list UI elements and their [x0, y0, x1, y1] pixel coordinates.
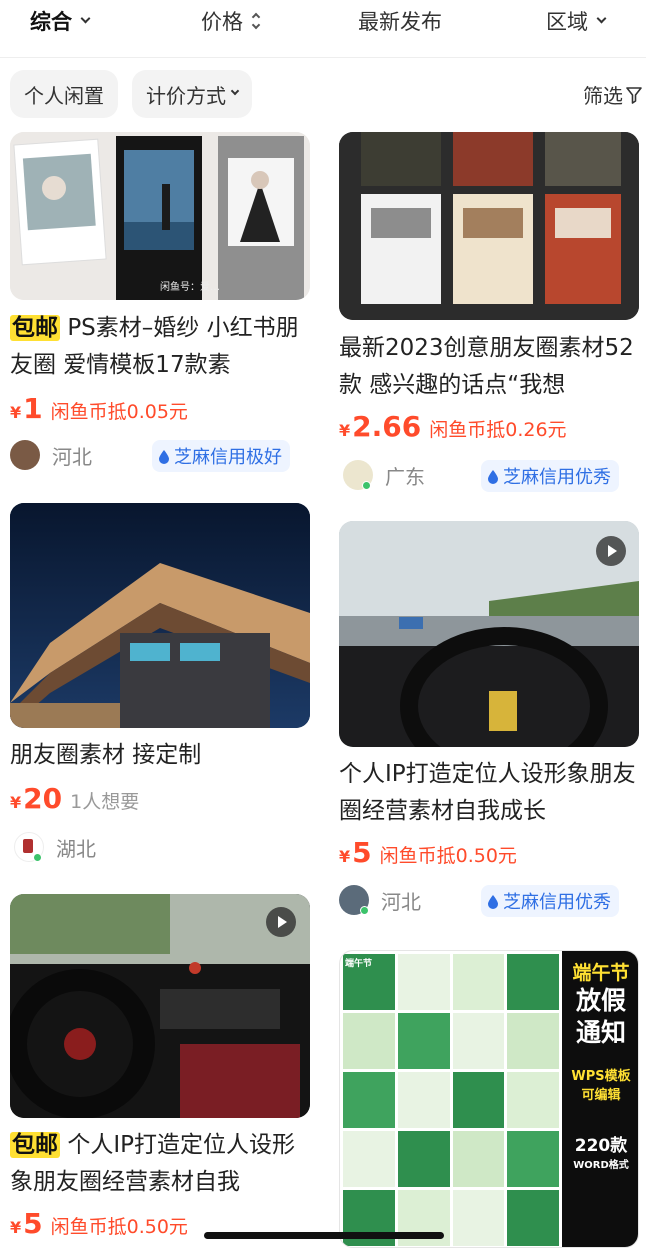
credit-label: 芝麻信用极好 [174, 447, 282, 468]
sort-label: 价格 [201, 10, 243, 34]
price: ¥ 5 闲鱼币抵0.50元 [339, 836, 517, 869]
poster-format: WORD格式 [573, 1160, 629, 1171]
avatar [10, 440, 40, 470]
currency-symbol: ¥ [10, 1218, 22, 1237]
coin-discount: 闲鱼币抵0.50元 [50, 1216, 188, 1238]
funnel-icon [626, 86, 642, 104]
currency-symbol: ¥ [10, 403, 22, 422]
seller-location: 广东 [385, 464, 425, 489]
sort-region[interactable]: 区域 [546, 6, 607, 36]
coin-discount: 闲鱼币抵0.50元 [379, 845, 517, 867]
price: ¥ 20 1人想要 [10, 782, 139, 815]
price-value: 20 [23, 782, 63, 815]
seller-location: 河北 [381, 889, 421, 914]
seller-info[interactable]: 河北 [10, 440, 92, 470]
currency-symbol: ¥ [339, 847, 351, 866]
poster-title-line: 通知 [575, 1018, 626, 1047]
poster-subtitle: 可编辑 [581, 1088, 621, 1103]
title-text: 朋友圈素材 接定制 [10, 742, 202, 768]
online-dot [33, 853, 42, 862]
filter-chip-pricing-method[interactable]: 计价方式 [132, 70, 252, 118]
chip-label: 计价方式 [146, 83, 226, 108]
dragon-boat-template-grid: 端午节 [340, 951, 562, 1247]
sort-price[interactable]: 价格 [201, 6, 261, 36]
sort-label: 区域 [546, 10, 588, 34]
moments-template-image [339, 132, 639, 320]
play-icon [266, 907, 296, 937]
chevron-down-icon [80, 13, 91, 23]
sesame-credit-icon [159, 449, 169, 464]
sesame-credit-icon [488, 469, 498, 484]
sort-comprehensive[interactable]: 综合 [30, 6, 91, 36]
thumb-label: 端午节 [343, 954, 395, 1010]
chevron-down-icon [230, 86, 240, 96]
seller-info[interactable]: 广东 [343, 460, 425, 490]
listing-title[interactable]: 最新2023创意朋友圈素材52款 感兴趣的话点“我想 [339, 330, 641, 404]
filter-chip-personal-idle[interactable]: 个人闲置 [10, 70, 118, 118]
poster-count: 220款 [574, 1136, 628, 1156]
credit-badge: 芝麻信用优秀 [481, 460, 619, 492]
title-text: 个人IP打造定位人设形象朋友圈经营素材自我成长 [339, 761, 636, 824]
wedding-template-image [10, 132, 310, 300]
pavilion-photo [10, 503, 310, 728]
sort-bar: 综合 价格 最新发布 区域 [0, 0, 646, 58]
chip-label: 个人闲置 [24, 83, 104, 108]
play-icon [596, 536, 626, 566]
poster-subtitle: WPS模板 [571, 1069, 631, 1084]
credit-label: 芝麻信用优秀 [503, 467, 611, 488]
sort-label: 综合 [30, 10, 72, 34]
listing-image[interactable]: 端午节 端午节 放假 通知 WPS模板 可编辑 220款 WORD格式 [339, 950, 639, 1248]
price: ¥ 1 闲鱼币抵0.05元 [10, 392, 188, 425]
poster-title-line: 放假 [575, 986, 626, 1015]
price-value: 1 [23, 392, 43, 425]
online-dot [360, 906, 369, 915]
want-count: 1人想要 [70, 791, 140, 813]
seller-location: 河北 [52, 444, 92, 469]
price: ¥ 5 闲鱼币抵0.50元 [10, 1207, 188, 1240]
price-value: 2.66 [352, 410, 422, 443]
price: ¥ 2.66 闲鱼币抵0.26元 [339, 410, 567, 443]
listing-title[interactable]: 个人IP打造定位人设形象朋友圈经营素材自我成长 [339, 756, 641, 830]
title-text: 最新2023创意朋友圈素材52款 感兴趣的话点“我想 [339, 335, 634, 398]
listing-image[interactable] [10, 503, 310, 728]
coin-discount: 闲鱼币抵0.26元 [429, 419, 567, 441]
credit-badge: 芝麻信用极好 [152, 440, 290, 472]
listing-title[interactable]: 包邮 个人IP打造定位人设形象朋友圈经营素材自我 [10, 1127, 312, 1201]
car-interior-video-thumbnail [10, 894, 310, 1118]
filter-button[interactable]: 筛选 [583, 80, 642, 109]
poster-sidebar: 端午节 放假 通知 WPS模板 可编辑 220款 WORD格式 [562, 951, 638, 1247]
chevron-down-icon [596, 13, 607, 23]
listing-image[interactable] [339, 521, 639, 747]
driving-video-thumbnail [339, 521, 639, 747]
listing-image[interactable]: 闲鱼号：爱… [10, 132, 310, 300]
credit-badge: 芝麻信用优秀 [481, 885, 619, 917]
free-shipping-tag: 包邮 [10, 1132, 60, 1158]
seller-info[interactable]: 湖北 [14, 832, 96, 862]
seller-location: 湖北 [56, 836, 96, 861]
seller-info[interactable]: 河北 [339, 885, 421, 915]
sort-newest[interactable]: 最新发布 [358, 6, 442, 36]
coin-discount: 闲鱼币抵0.05元 [50, 401, 188, 423]
sesame-credit-icon [488, 894, 498, 909]
credit-label: 芝麻信用优秀 [503, 892, 611, 913]
currency-symbol: ¥ [10, 793, 22, 812]
sort-label: 最新发布 [358, 10, 442, 34]
price-value: 5 [23, 1207, 43, 1240]
listing-image[interactable] [10, 894, 310, 1118]
listing-title[interactable]: 朋友圈素材 接定制 [10, 737, 312, 774]
free-shipping-tag: 包邮 [10, 315, 60, 341]
home-indicator [204, 1232, 444, 1239]
sort-updown-icon [251, 12, 261, 30]
price-value: 5 [352, 836, 372, 869]
online-dot [362, 481, 371, 490]
listing-image[interactable] [339, 132, 639, 320]
listing-title[interactable]: 包邮 PS素材–婚纱 小红书朋友圈 爱情模板17款素 [10, 310, 312, 384]
poster-title-line: 端午节 [572, 962, 630, 984]
currency-symbol: ¥ [339, 421, 351, 440]
image-watermark: 闲鱼号：爱… [160, 282, 220, 293]
filter-label: 筛选 [583, 84, 623, 108]
